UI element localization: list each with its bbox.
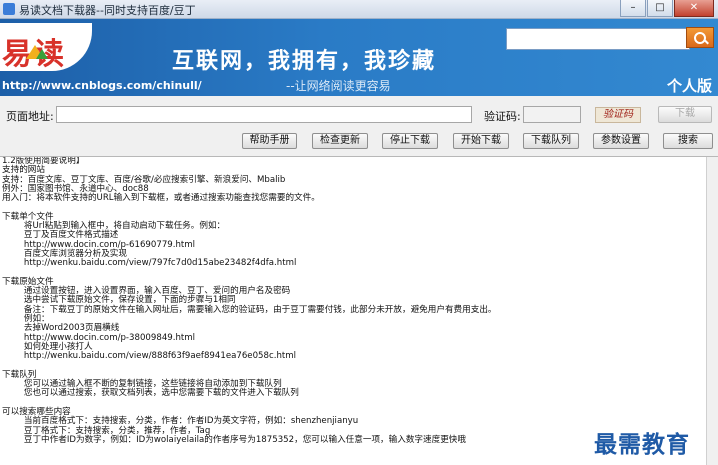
captcha-label: 验证码: — [484, 110, 521, 123]
banner-search-input[interactable] — [506, 28, 690, 50]
download-queue-button[interactable]: 下载队列 — [523, 133, 579, 149]
banner-search-button[interactable] — [686, 27, 714, 48]
captcha-image[interactable]: 验证码 — [595, 107, 641, 123]
toolbar: 页面地址: 验证码: 验证码 下载 帮助手册 检查更新 停止下载 开始下载 下载… — [0, 96, 718, 157]
window-title: 易读文档下载器--同时支持百度/豆丁 — [19, 4, 196, 17]
log-line: 备注：下载豆丁的原始文件在输入网址后，需要输入您的验证码，由于豆丁需要付钱，此部… — [2, 304, 497, 315]
page-address-label: 页面地址: — [6, 110, 54, 123]
instructions-text: 1.2版使用简要说明】 支持的网站 支持：百度文库、豆丁文库、百度/谷歌/必应搜… — [0, 157, 706, 445]
title-bar: 易读文档下载器--同时支持百度/豆丁 – □ ✕ — [0, 0, 718, 19]
search-button[interactable]: 搜索 — [663, 133, 713, 149]
stop-download-button[interactable]: 停止下载 — [382, 133, 438, 149]
page-address-input[interactable] — [56, 106, 472, 123]
logo-triangle-small-icon — [36, 49, 48, 59]
download-button[interactable]: 下载 — [658, 106, 712, 123]
help-button[interactable]: 帮助手册 — [242, 133, 297, 149]
minimize-button[interactable]: – — [620, 0, 646, 17]
sub-slogan: --让网络阅读更容易 — [286, 79, 391, 93]
captcha-input[interactable] — [523, 106, 581, 123]
edition-label: 个人版 — [666, 77, 712, 95]
window-controls: – □ ✕ — [619, 0, 714, 17]
start-download-button[interactable]: 开始下载 — [453, 133, 509, 149]
app-icon — [3, 3, 15, 15]
close-button[interactable]: ✕ — [674, 0, 714, 17]
instructions-text-area[interactable]: 1.2版使用简要说明】 支持的网站 支持：百度文库、豆丁文库、百度/谷歌/必应搜… — [0, 157, 706, 465]
vertical-scrollbar[interactable] — [706, 157, 718, 465]
slogan: 互联网，我拥有，我珍藏 — [172, 48, 437, 74]
log-line: http://wenku.baidu.com/view/797fc7d0d15a… — [2, 258, 297, 269]
log-line: http://wenku.baidu.com/view/888f63f9aef8… — [2, 351, 297, 362]
maximize-button[interactable]: □ — [647, 0, 673, 17]
search-icon — [694, 32, 706, 44]
log-line: 用入门：将本软件支持的URL输入到下载框，或者通过搜索功能查找您需要的文件。 — [2, 193, 320, 204]
watermark: 最需教育 — [594, 431, 690, 458]
settings-button[interactable]: 参数设置 — [593, 133, 649, 149]
homepage-link[interactable]: http://www.cnblogs.com/chinull/ — [2, 79, 202, 92]
log-line: 您也可以通过搜索，获取文档列表，选中您需要下载的文件进入下载队列 — [2, 388, 299, 399]
search-icon-handle — [704, 39, 709, 45]
log-line: 豆丁中作者ID为数字，例如：ID为wolaiyelaila的作者序号为18753… — [2, 434, 466, 445]
check-update-button[interactable]: 检查更新 — [312, 133, 368, 149]
